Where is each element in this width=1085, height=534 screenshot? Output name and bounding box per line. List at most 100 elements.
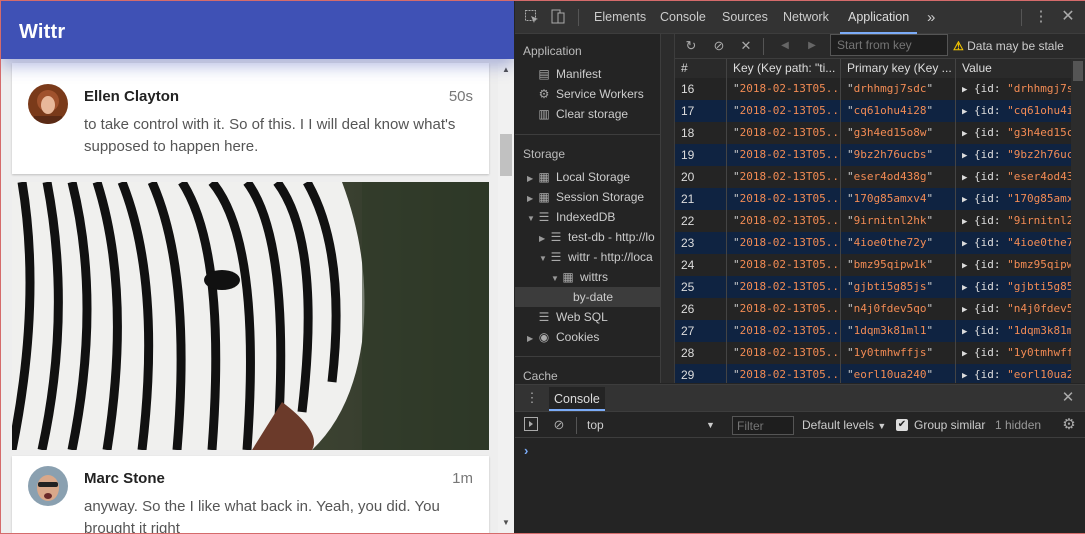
post-author: Ellen Clayton: [84, 88, 180, 105]
row-number: 27: [675, 320, 727, 342]
database-icon: ☰: [538, 210, 550, 224]
group-similar-label: Group similar: [914, 418, 986, 432]
sidebar-item-service-workers[interactable]: ⚙ Service Workers: [537, 84, 644, 104]
chevron-down-icon: ▼: [877, 421, 887, 431]
table-row[interactable]: 16 "2018-02-13T05... "drhhmgj7sdc" ▶ {id: "…: [675, 78, 1071, 100]
table-row[interactable]: 27 "2018-02-13T05... "1dqm3k81ml1" ▶ {id: "…: [675, 320, 1071, 342]
delete-icon[interactable]: ✕: [738, 38, 754, 54]
column-header-number[interactable]: #: [675, 59, 727, 78]
primary-key-cell: "9irnitnl2hk": [841, 210, 956, 232]
tab-application[interactable]: Application: [840, 1, 918, 34]
sidebar-item-by-date-index[interactable]: by-date: [573, 287, 613, 307]
context-dropdown-icon[interactable]: ▼: [706, 420, 715, 430]
table-row[interactable]: 22 "2018-02-13T05... "9irnitnl2hk" ▶ {id: "…: [675, 210, 1071, 232]
page-scrollbar-thumb[interactable]: [500, 134, 512, 176]
table-row[interactable]: 26 "2018-02-13T05... "n4j0fdev5qo" ▶ {id: "…: [675, 298, 1071, 320]
console-prompt[interactable]: ›: [524, 443, 528, 458]
sidebar-item-indexeddb[interactable]: ▼ ☰ IndexedDB: [527, 207, 615, 227]
close-icon[interactable]: ✕: [1060, 9, 1076, 25]
sidebar-item-session-storage[interactable]: ▶ ▦ Session Storage: [527, 187, 644, 207]
gear-icon: ⚙: [538, 87, 550, 101]
value-cell[interactable]: ▶ {id: "gjbti5g85: [956, 276, 1071, 298]
settings-gear-icon[interactable]: ⚙: [1061, 417, 1077, 433]
tab-network[interactable]: Network: [783, 1, 829, 34]
value-cell[interactable]: ▶ {id: "eorl10ua2: [956, 364, 1071, 383]
table-row[interactable]: 28 "2018-02-13T05... "1y0tmhwffjs" ▶ {id: "…: [675, 342, 1071, 364]
sidebar-item-manifest[interactable]: ▤ Manifest: [537, 64, 601, 84]
value-cell[interactable]: ▶ {id: "4ioe0the7: [956, 232, 1071, 254]
value-cell[interactable]: ▶ {id: "g3h4ed15c: [956, 122, 1071, 144]
column-header-value[interactable]: Value: [956, 59, 1071, 78]
table-row[interactable]: 23 "2018-02-13T05... "4ioe0the72y" ▶ {id: "…: [675, 232, 1071, 254]
column-header-primary-key[interactable]: Primary key (Key ...: [841, 59, 956, 78]
collapse-arrow-icon[interactable]: ▼: [551, 269, 561, 289]
app-title[interactable]: Wittr: [19, 21, 65, 43]
column-header-key[interactable]: Key (Key path: "ti...: [727, 59, 841, 78]
primary-key-cell: "bmz95qipw1k": [841, 254, 956, 276]
group-similar-checkbox[interactable]: ✔: [896, 419, 908, 431]
sidebar-item-wittrs-store[interactable]: ▼ ▦ wittrs: [551, 267, 608, 287]
tab-sources[interactable]: Sources: [722, 1, 768, 34]
value-cell[interactable]: ▶ {id: "9bz2h76uc: [956, 144, 1071, 166]
context-selector[interactable]: top: [587, 418, 604, 432]
table-row[interactable]: 29 "2018-02-13T05... "eorl10ua240" ▶ {id: "…: [675, 364, 1071, 383]
expand-arrow-icon[interactable]: ▶: [527, 189, 537, 209]
close-drawer-icon[interactable]: ✕: [1060, 390, 1076, 406]
sidebar-scrollbar[interactable]: [661, 34, 675, 383]
sidebar-item-clear-storage[interactable]: ▥ Clear storage: [537, 104, 628, 124]
table-row[interactable]: 17 "2018-02-13T05... "cq61ohu4i28" ▶ {id: "…: [675, 100, 1071, 122]
table-row[interactable]: 25 "2018-02-13T05... "gjbti5g85js" ▶ {id: "…: [675, 276, 1071, 298]
tab-console-drawer[interactable]: Console: [549, 387, 605, 411]
value-cell[interactable]: ▶ {id: "cq61ohu4i: [956, 100, 1071, 122]
log-levels-dropdown[interactable]: Default levels ▼: [802, 418, 886, 432]
scroll-down-icon[interactable]: ▼: [498, 516, 514, 530]
expand-arrow-icon[interactable]: ▶: [527, 329, 537, 349]
table-row[interactable]: 20 "2018-02-13T05... "eser4od438g" ▶ {id: "…: [675, 166, 1071, 188]
grid-icon: ▦: [562, 270, 574, 284]
kebab-menu-icon[interactable]: ⋮: [1033, 9, 1049, 25]
sidebar-item-web-sql[interactable]: ☰ Web SQL: [537, 307, 608, 327]
previous-page-icon[interactable]: ◀: [777, 38, 793, 54]
scroll-up-icon[interactable]: ▲: [498, 63, 514, 77]
sidebar-item-local-storage[interactable]: ▶ ▦ Local Storage: [527, 167, 630, 187]
value-cell[interactable]: ▶ {id: "9irnitnl2: [956, 210, 1071, 232]
value-cell[interactable]: ▶ {id: "bmz95qipw: [956, 254, 1071, 276]
grid-scrollbar-thumb[interactable]: [1073, 61, 1083, 81]
inspect-element-icon[interactable]: [524, 9, 540, 25]
sidebar-item-cookies[interactable]: ▶ ◉ Cookies: [527, 327, 599, 347]
expand-arrow-icon[interactable]: ▶: [527, 169, 537, 189]
database-icon: ☰: [550, 230, 562, 244]
device-toolbar-icon[interactable]: [550, 9, 566, 25]
sidebar-toggle-icon[interactable]: [523, 417, 539, 433]
drawer-menu-icon[interactable]: ⋮: [524, 390, 540, 406]
key-cell: "2018-02-13T05...: [727, 276, 841, 298]
tab-elements[interactable]: Elements: [594, 1, 646, 34]
post-card: Ellen Clayton 50s to take control with i…: [12, 63, 489, 174]
collapse-arrow-icon[interactable]: ▼: [539, 249, 549, 269]
sidebar-item-test-db[interactable]: ▶ ☰ test-db - http://lo: [539, 227, 655, 247]
start-from-key-input[interactable]: [830, 34, 948, 56]
clear-icon[interactable]: ⊘: [711, 38, 727, 54]
value-cell[interactable]: ▶ {id: "eser4od43: [956, 166, 1071, 188]
value-cell[interactable]: ▶ {id: "170g85amx: [956, 188, 1071, 210]
value-cell[interactable]: ▶ {id: "drhhmgj7s: [956, 78, 1071, 100]
tab-console[interactable]: Console: [660, 1, 706, 34]
primary-key-cell: "gjbti5g85js": [841, 276, 956, 298]
table-row[interactable]: 18 "2018-02-13T05... "g3h4ed15o8w" ▶ {id: "…: [675, 122, 1071, 144]
value-cell[interactable]: ▶ {id: "n4j0fdev5: [956, 298, 1071, 320]
sidebar-section-storage: Storage: [523, 147, 566, 161]
table-row[interactable]: 21 "2018-02-13T05... "170g85amxv4" ▶ {id: "…: [675, 188, 1071, 210]
table-row[interactable]: 19 "2018-02-13T05... "9bz2h76ucbs" ▶ {id: "…: [675, 144, 1071, 166]
next-page-icon[interactable]: ▶: [804, 38, 820, 54]
collapse-arrow-icon[interactable]: ▼: [527, 209, 537, 229]
value-cell[interactable]: ▶ {id: "1y0tmhwff: [956, 342, 1071, 364]
console-filter-input[interactable]: [732, 416, 794, 435]
table-row[interactable]: 24 "2018-02-13T05... "bmz95qipw1k" ▶ {id: "…: [675, 254, 1071, 276]
sidebar-item-wittr-db[interactable]: ▼ ☰ wittr - http://loca: [539, 247, 653, 267]
expand-arrow-icon[interactable]: ▶: [539, 229, 549, 249]
value-cell[interactable]: ▶ {id: "1dqm3k81m: [956, 320, 1071, 342]
clear-console-icon[interactable]: ⊘: [551, 417, 567, 433]
refresh-icon[interactable]: ↻: [683, 38, 699, 54]
more-tabs-icon[interactable]: »: [927, 1, 935, 34]
grid-scrollbar[interactable]: [1071, 59, 1085, 383]
